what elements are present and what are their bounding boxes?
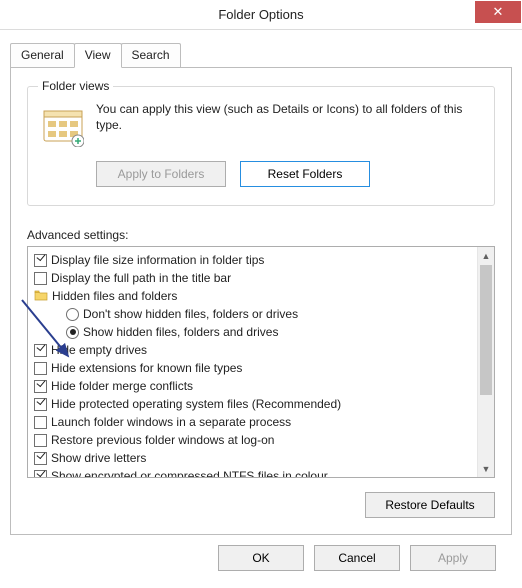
- checkbox-icon[interactable]: [34, 344, 47, 357]
- list-item[interactable]: Don't show hidden files, folders or driv…: [30, 305, 475, 323]
- advanced-settings-inner: Display file size information in folder …: [28, 247, 477, 477]
- list-item[interactable]: Hide protected operating system files (R…: [30, 395, 475, 413]
- checkbox-icon[interactable]: [34, 470, 47, 478]
- checkbox-icon[interactable]: [34, 452, 47, 465]
- checkbox-icon[interactable]: [34, 416, 47, 429]
- list-item-label: Hide protected operating system files (R…: [51, 397, 341, 411]
- tab-search-label: Search: [132, 48, 170, 62]
- tab-view[interactable]: View: [74, 43, 122, 68]
- tab-strip: General View Search: [10, 42, 512, 68]
- list-item-label: Hide extensions for known file types: [51, 361, 242, 375]
- list-item[interactable]: Display the full path in the title bar: [30, 269, 475, 287]
- restore-defaults-button[interactable]: Restore Defaults: [365, 492, 495, 518]
- list-item[interactable]: Restore previous folder windows at log-o…: [30, 431, 475, 449]
- list-item-label: Restore previous folder windows at log-o…: [51, 433, 274, 447]
- close-icon: ✕: [493, 4, 504, 20]
- list-item[interactable]: Show drive letters: [30, 449, 475, 467]
- tab-general[interactable]: General: [10, 43, 75, 67]
- apply-to-folders-button: Apply to Folders: [96, 161, 226, 187]
- folder-icon: [34, 289, 48, 304]
- restore-defaults-label: Restore Defaults: [385, 498, 474, 512]
- scrollbar[interactable]: ▲ ▼: [477, 247, 494, 477]
- list-item-label: Display file size information in folder …: [51, 253, 264, 267]
- cancel-button[interactable]: Cancel: [314, 545, 400, 571]
- list-item-label: Show drive letters: [51, 451, 146, 465]
- radio-icon[interactable]: [66, 326, 79, 339]
- advanced-settings-label: Advanced settings:: [27, 228, 495, 242]
- close-button[interactable]: ✕: [475, 1, 521, 23]
- title-bar: Folder Options ✕: [0, 0, 522, 30]
- radio-icon[interactable]: [66, 308, 79, 321]
- list-item-label: Show hidden files, folders and drives: [83, 325, 278, 339]
- scroll-down-arrow-icon[interactable]: ▼: [478, 460, 494, 477]
- scroll-thumb[interactable]: [480, 265, 492, 395]
- list-item-label: Display the full path in the title bar: [51, 271, 231, 285]
- list-item-label: Hidden files and folders: [52, 289, 177, 303]
- folder-views-group: Folder views You can apply this view (su…: [27, 86, 495, 206]
- folder-views-legend: Folder views: [38, 79, 113, 93]
- list-item[interactable]: Hide extensions for known file types: [30, 359, 475, 377]
- list-item-label: Show encrypted or compressed NTFS files …: [51, 469, 328, 477]
- checkbox-icon[interactable]: [34, 362, 47, 375]
- scroll-up-arrow-icon[interactable]: ▲: [478, 247, 494, 264]
- checkbox-icon[interactable]: [34, 254, 47, 267]
- tab-general-label: General: [21, 48, 64, 62]
- ok-label: OK: [252, 551, 269, 565]
- checkbox-icon[interactable]: [34, 398, 47, 411]
- list-item[interactable]: Launch folder windows in a separate proc…: [30, 413, 475, 431]
- list-item-label: Don't show hidden files, folders or driv…: [83, 307, 298, 321]
- list-item-label: Hide folder merge conflicts: [51, 379, 193, 393]
- list-item-label: Hide empty drives: [51, 343, 147, 357]
- list-item[interactable]: Hide empty drives: [30, 341, 475, 359]
- ok-button[interactable]: OK: [218, 545, 304, 571]
- tab-pane-view: Folder views You can apply this view (su…: [10, 68, 512, 535]
- tab-search[interactable]: Search: [121, 43, 181, 67]
- dialog-button-row: OK Cancel Apply: [10, 535, 512, 571]
- apply-to-folders-label: Apply to Folders: [118, 167, 205, 181]
- list-item-label: Launch folder windows in a separate proc…: [51, 415, 291, 429]
- checkbox-icon[interactable]: [34, 272, 47, 285]
- list-item[interactable]: Show encrypted or compressed NTFS files …: [30, 467, 475, 477]
- apply-label: Apply: [438, 551, 468, 565]
- folder-views-icon: [42, 105, 84, 147]
- list-item[interactable]: Hidden files and folders: [30, 287, 475, 305]
- checkbox-icon[interactable]: [34, 434, 47, 447]
- reset-folders-button[interactable]: Reset Folders: [240, 161, 370, 187]
- checkbox-icon[interactable]: [34, 380, 47, 393]
- advanced-settings-list: Display file size information in folder …: [27, 246, 495, 478]
- reset-folders-label: Reset Folders: [268, 167, 343, 181]
- window-title: Folder Options: [0, 7, 522, 22]
- tab-view-label: View: [85, 48, 111, 62]
- list-item[interactable]: Hide folder merge conflicts: [30, 377, 475, 395]
- cancel-label: Cancel: [338, 551, 375, 565]
- folder-views-desc: You can apply this view (such as Details…: [96, 101, 480, 147]
- list-item[interactable]: Display file size information in folder …: [30, 251, 475, 269]
- list-item[interactable]: Show hidden files, folders and drives: [30, 323, 475, 341]
- apply-button: Apply: [410, 545, 496, 571]
